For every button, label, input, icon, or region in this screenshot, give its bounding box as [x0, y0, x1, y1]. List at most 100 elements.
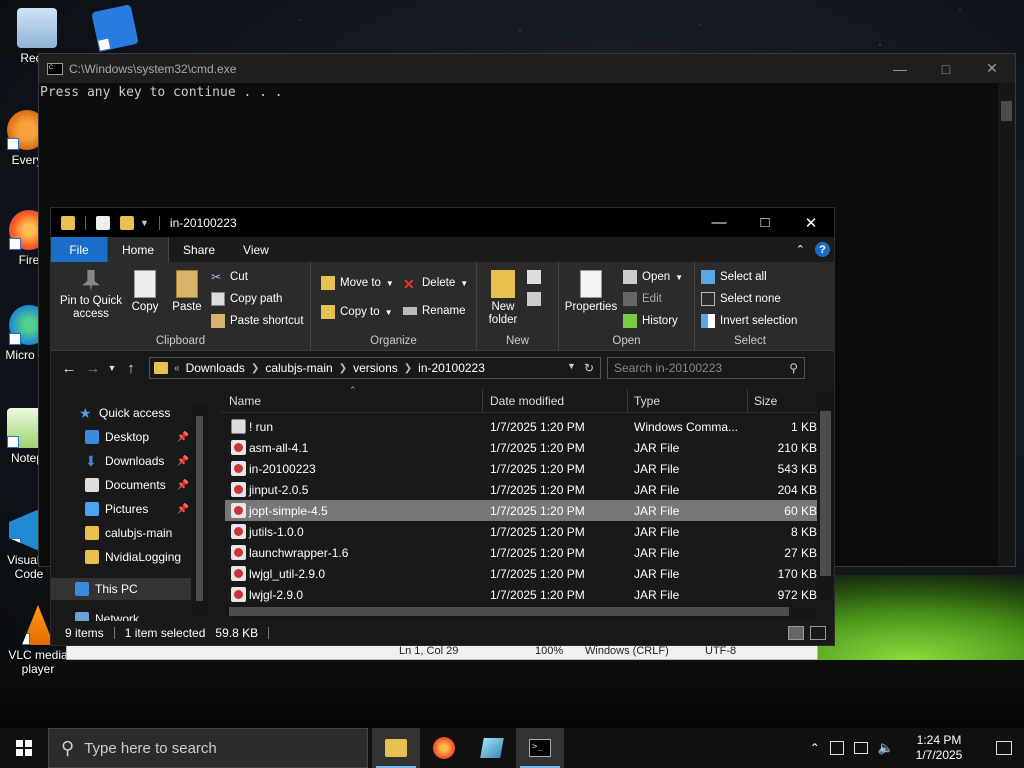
breadcrumb-versions[interactable]: versions: [353, 361, 398, 375]
new-folder-button[interactable]: New folder: [481, 270, 525, 327]
delete-button[interactable]: ✕ Delete ▼: [403, 276, 468, 292]
cmd-close-button[interactable]: ✕: [969, 54, 1015, 83]
nav-scroll-thumb[interactable]: [196, 416, 203, 601]
history-button[interactable]: History: [623, 314, 678, 328]
tab-view[interactable]: View: [229, 237, 283, 262]
nav-this-pc[interactable]: This PC: [51, 578, 191, 600]
nav-pictures[interactable]: Pictures 📌: [85, 498, 189, 520]
copy-button[interactable]: Copy: [127, 270, 163, 314]
table-row[interactable]: in-20100223 1/7/2025 1:20 PM JAR File 543 K…: [225, 458, 821, 479]
nav-quick-access[interactable]: ★ Quick access: [79, 404, 189, 424]
explorer-maximize-button[interactable]: □: [742, 208, 788, 237]
taskbar-firefox[interactable]: [420, 728, 468, 768]
refresh-icon[interactable]: ↻: [584, 361, 594, 375]
search-input[interactable]: Search in-20100223 ⚲: [607, 357, 805, 379]
table-row[interactable]: ! run 1/7/2025 1:20 PM Windows Comma... 1 K…: [225, 416, 821, 437]
notification-center-button[interactable]: [984, 741, 1024, 755]
paste-button[interactable]: Paste: [169, 270, 205, 314]
tab-share[interactable]: Share: [169, 237, 229, 262]
cmd-maximize-button[interactable]: □: [923, 54, 969, 83]
address-dropdown-icon[interactable]: ▼: [567, 361, 576, 375]
chevron-right-icon[interactable]: ❯: [339, 363, 347, 374]
start-button[interactable]: [0, 728, 48, 768]
invert-selection-button[interactable]: Invert selection: [701, 314, 797, 328]
taskbar-clock[interactable]: 1:24 PM 1/7/2025: [904, 733, 974, 763]
show-hidden-icons-chevron-icon[interactable]: ⌃: [810, 741, 820, 755]
nav-scrollbar[interactable]: [191, 404, 208, 624]
tab-home[interactable]: Home: [107, 237, 170, 262]
help-icon[interactable]: ?: [815, 242, 830, 257]
pin-quick-access-button[interactable]: Pin to Quick access: [55, 270, 127, 321]
properties-check-icon[interactable]: [96, 215, 110, 230]
paste-shortcut-button[interactable]: Paste shortcut: [211, 314, 304, 328]
select-none-button[interactable]: Select none: [701, 292, 781, 306]
cut-button[interactable]: ✂ Cut: [211, 270, 248, 284]
collapse-ribbon-icon[interactable]: ⌃: [796, 243, 805, 256]
customize-quick-access-icon[interactable]: ▼: [140, 218, 149, 228]
column-divider[interactable]: [627, 389, 628, 413]
explorer-minimize-button[interactable]: —: [696, 208, 742, 237]
nav-desktop[interactable]: Desktop 📌: [85, 426, 189, 448]
file-list-scroll-thumb[interactable]: [820, 411, 831, 576]
taskbar-search-box[interactable]: ⚲ Type here to search: [48, 728, 368, 768]
explorer-window[interactable]: ▼ in-20100223 — □ ✕ File Home Share View…: [50, 207, 835, 646]
explorer-close-button[interactable]: ✕: [788, 208, 834, 237]
large-icons-view-icon[interactable]: [810, 626, 826, 640]
table-row[interactable]: lwjgl_util-2.9.0 1/7/2025 1:20 PM JAR File…: [225, 563, 821, 584]
table-row[interactable]: jinput-2.0.5 1/7/2025 1:20 PM JAR File 204 …: [225, 479, 821, 500]
address-bar[interactable]: « Downloads ❯ calubjs-main ❯ versions ❯ …: [149, 357, 601, 379]
column-divider[interactable]: [747, 389, 748, 413]
taskbar-minecraft[interactable]: [468, 728, 516, 768]
details-view-icon[interactable]: [788, 626, 804, 640]
explorer-titlebar[interactable]: ▼ in-20100223 — □ ✕: [51, 208, 834, 237]
column-size[interactable]: Size: [754, 394, 777, 408]
edit-button[interactable]: Edit: [623, 292, 662, 306]
taskbar-command-prompt[interactable]: >_: [516, 728, 564, 768]
forward-arrow-icon[interactable]: →: [81, 360, 105, 377]
file-list-horizontal-scrollbar[interactable]: [225, 603, 818, 620]
rename-button[interactable]: Rename: [403, 305, 465, 317]
network-icon[interactable]: [853, 742, 868, 754]
volume-muted-icon[interactable]: 🔈: [878, 740, 894, 756]
tray-app-icon[interactable]: [829, 741, 844, 755]
properties-button[interactable]: Properties: [563, 270, 619, 314]
cmd-scrollbar[interactable]: [998, 83, 1015, 566]
up-arrow-icon[interactable]: ↑: [119, 360, 143, 377]
breadcrumb-overflow[interactable]: «: [174, 363, 180, 374]
table-row[interactable]: launchwrapper-1.6 1/7/2025 1:20 PM JAR Fil…: [225, 542, 821, 563]
easy-access-button[interactable]: [527, 292, 541, 306]
table-row[interactable]: jutils-1.0.0 1/7/2025 1:20 PM JAR File 8 KB: [225, 521, 821, 542]
nav-calubjs-main[interactable]: calubjs-main: [85, 522, 189, 544]
horizontal-scroll-thumb[interactable]: [229, 607, 789, 616]
select-all-button[interactable]: Select all: [701, 270, 767, 284]
nav-documents[interactable]: Documents 📌: [85, 474, 189, 496]
cmd-minimize-button[interactable]: —: [877, 54, 923, 83]
tab-file[interactable]: File: [51, 237, 107, 262]
new-item-button[interactable]: [527, 270, 541, 284]
nav-nvidialogging[interactable]: NvidiaLogging: [85, 546, 189, 568]
move-to-button[interactable]: Move to ▼: [321, 276, 394, 290]
chevron-right-icon[interactable]: ❯: [404, 363, 412, 374]
recent-locations-chevron-icon[interactable]: ▼: [105, 363, 119, 373]
open-button[interactable]: Open ▼: [623, 270, 683, 284]
column-name[interactable]: Name: [229, 394, 261, 408]
copy-path-button[interactable]: Copy path: [211, 292, 282, 306]
breadcrumb-downloads[interactable]: Downloads: [186, 361, 245, 375]
breadcrumb-calubjs-main[interactable]: calubjs-main: [265, 361, 332, 375]
chevron-right-icon[interactable]: ❯: [251, 363, 259, 374]
breadcrumb-in-20100223[interactable]: in-20100223: [418, 361, 485, 375]
copy-to-button[interactable]: Copy to ▼: [321, 305, 393, 319]
navigation-pane[interactable]: ★ Quick access Desktop 📌 ⬇ Downloads 📌 D…: [51, 404, 208, 624]
table-row[interactable]: jopt-simple-4.5 1/7/2025 1:20 PM JAR File 6…: [225, 500, 821, 521]
table-row[interactable]: asm-all-4.1 1/7/2025 1:20 PM JAR File 210 K…: [225, 437, 821, 458]
back-arrow-icon[interactable]: ←: [57, 360, 81, 377]
column-divider[interactable]: [482, 389, 483, 413]
column-date-modified[interactable]: Date modified: [490, 394, 564, 408]
cmd-scroll-thumb[interactable]: [1001, 101, 1012, 121]
file-list[interactable]: Name Date modified Type Size ⌃ ! run 1/7/…: [221, 385, 835, 625]
column-type[interactable]: Type: [634, 394, 660, 408]
taskbar-file-explorer[interactable]: [372, 728, 420, 768]
desktop-icon-roblox[interactable]: [80, 4, 150, 52]
nav-downloads[interactable]: ⬇ Downloads 📌: [85, 450, 189, 472]
cmd-titlebar[interactable]: C:\Windows\system32\cmd.exe — □ ✕: [39, 54, 1015, 83]
